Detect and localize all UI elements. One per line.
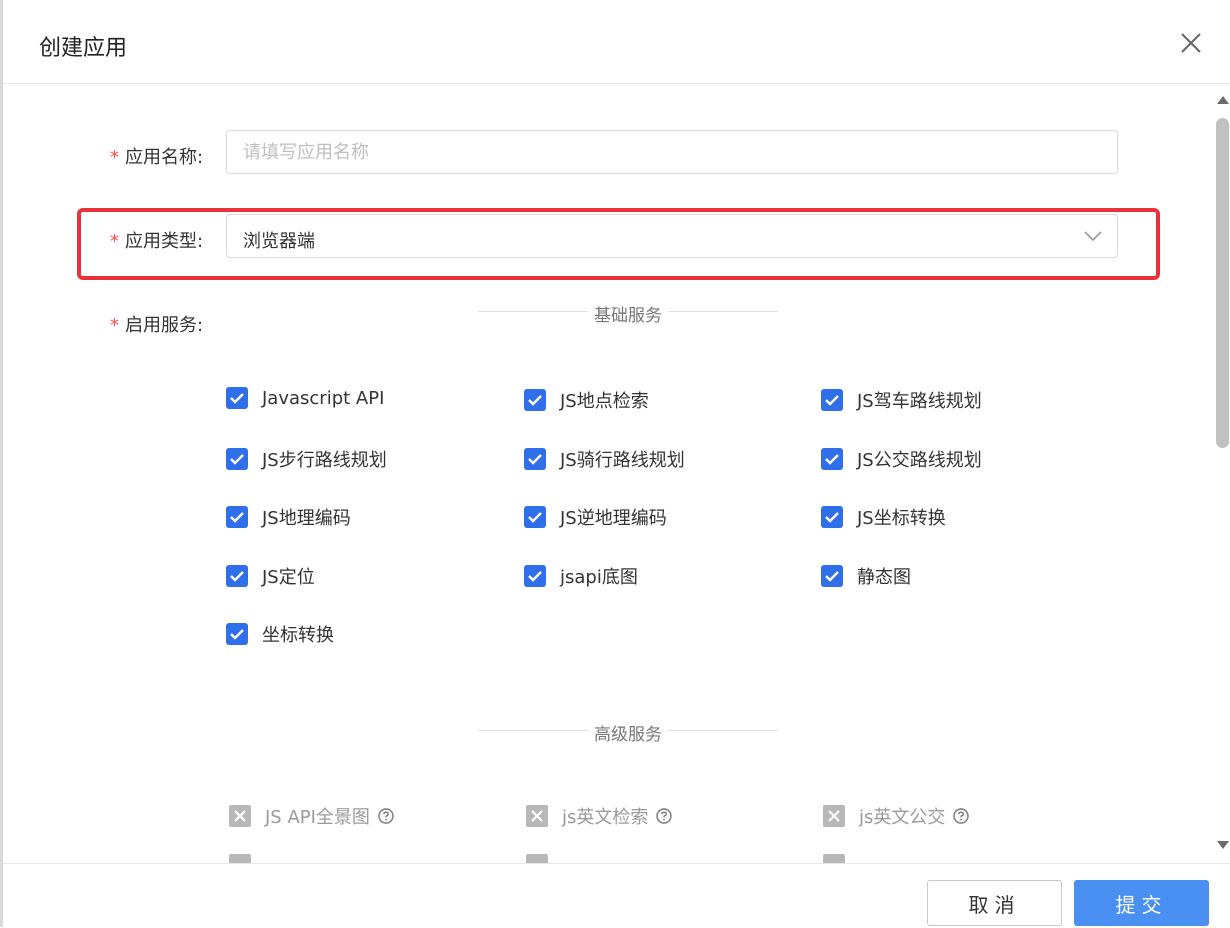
scroll-up-arrow-icon[interactable]: [1217, 96, 1229, 104]
checkbox-checked-icon: [524, 506, 546, 528]
checkbox-checked-icon: [524, 565, 546, 587]
basic-services-title: 基础服务: [478, 301, 778, 326]
app-name-input[interactable]: [226, 130, 1118, 174]
service-checkbox[interactable]: jsapi底图: [524, 563, 638, 589]
help-icon[interactable]: [378, 808, 394, 824]
service-label: JS公交路线规划: [857, 450, 982, 471]
service-checkbox-disabled: js英文检索: [526, 803, 673, 829]
service-label: JS坐标转换: [857, 508, 946, 529]
help-icon[interactable]: [656, 808, 673, 824]
service-label: Javascript API: [262, 387, 385, 409]
checkbox-checked-icon: [226, 506, 248, 528]
advanced-services-title: 高级服务: [478, 720, 778, 745]
checkbox-checked-icon: [226, 565, 248, 587]
help-icon[interactable]: [953, 808, 970, 824]
service-label: JS API全景图: [265, 807, 370, 828]
service-checkbox[interactable]: Javascript API: [226, 387, 384, 409]
service-checkbox[interactable]: 静态图: [821, 563, 911, 589]
checkbox-disabled-icon: [229, 805, 251, 827]
service-checkbox[interactable]: JS地点检索: [524, 387, 649, 413]
service-checkbox[interactable]: JS骑行路线规划: [524, 446, 685, 472]
service-label: JS地理编码: [262, 508, 351, 529]
checkbox-disabled-icon: [526, 805, 548, 827]
service-checkbox[interactable]: JS坐标转换: [821, 504, 946, 530]
app-name-label: * 应用名称:: [110, 147, 204, 168]
cancel-button[interactable]: 取消: [927, 880, 1062, 926]
dialog-body: *应用名称: *应用类型: 浏览器端 *启用服务: 基础服务 Javascrip…: [3, 84, 1213, 864]
chevron-down-icon: [1084, 231, 1102, 242]
required-mark: *: [110, 315, 119, 336]
service-checkbox[interactable]: JS驾车路线规划: [821, 387, 982, 413]
checkbox-checked-icon: [821, 448, 843, 470]
service-label: js英文公交: [859, 807, 946, 828]
service-label: js英文检索: [562, 807, 649, 828]
service-label: JS逆地理编码: [560, 508, 667, 529]
scroll-down-arrow-icon[interactable]: [1217, 841, 1229, 849]
service-checkbox[interactable]: JS步行路线规划: [226, 446, 387, 472]
service-checkbox[interactable]: 坐标转换: [226, 621, 334, 647]
service-checkbox[interactable]: JS逆地理编码: [524, 504, 667, 530]
checkbox-checked-icon: [524, 389, 546, 411]
service-checkbox-disabled: JS API全景图: [229, 803, 394, 829]
submit-button[interactable]: 提交: [1074, 880, 1209, 926]
checkbox-checked-icon: [226, 448, 248, 470]
service-checkbox[interactable]: JS公交路线规划: [821, 446, 982, 472]
app-type-label: * 应用类型:: [110, 231, 204, 252]
checkbox-checked-icon: [226, 387, 248, 409]
required-mark: *: [110, 231, 119, 252]
service-label: jsapi底图: [560, 567, 638, 588]
checkbox-checked-icon: [821, 389, 843, 411]
service-label: JS步行路线规划: [262, 450, 387, 471]
service-checkbox-disabled: js英文公交: [823, 803, 970, 829]
dialog-title: 创建应用: [39, 36, 128, 61]
service-label: JS定位: [262, 567, 315, 588]
required-mark: *: [110, 147, 119, 168]
service-label: 坐标转换: [262, 625, 334, 646]
checkbox-checked-icon: [226, 623, 248, 645]
service-label: JS地点检索: [560, 391, 649, 412]
close-icon[interactable]: [1178, 30, 1204, 56]
create-app-dialog: 创建应用 *应用名称: *应用类型: 浏览器端 *启用服务: 基础服务 Java: [3, 0, 1230, 928]
checkbox-checked-icon: [821, 506, 843, 528]
service-label: 静态图: [857, 567, 911, 588]
service-checkbox[interactable]: JS地理编码: [226, 504, 351, 530]
service-label: JS驾车路线规划: [857, 391, 982, 412]
services-label: * 启用服务:: [110, 315, 204, 336]
checkbox-checked-icon: [821, 565, 843, 587]
app-type-value: 浏览器端: [243, 231, 315, 252]
service-checkbox[interactable]: JS定位: [226, 563, 315, 589]
checkbox-checked-icon: [524, 448, 546, 470]
dialog-header: 创建应用: [3, 0, 1230, 84]
scrollbar-thumb[interactable]: [1216, 118, 1229, 448]
service-label: JS骑行路线规划: [560, 450, 685, 471]
checkbox-disabled-icon: [823, 805, 845, 827]
app-type-select[interactable]: [226, 214, 1118, 258]
